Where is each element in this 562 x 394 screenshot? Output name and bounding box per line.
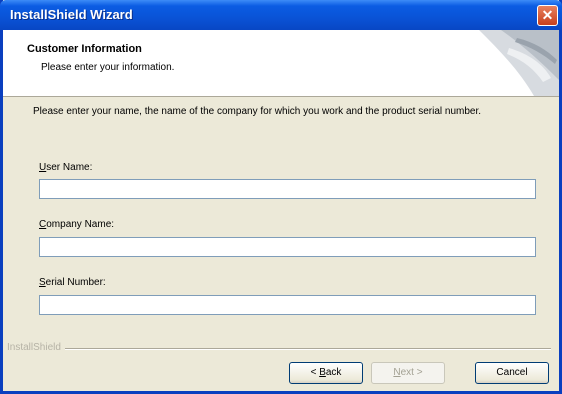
back-button[interactable]: < Back (289, 362, 363, 384)
installshield-wizard-window: InstallShield Wizard ✕ Customer Informat… (0, 0, 562, 394)
back-prefix: < (310, 367, 320, 378)
header-graphic-icon (479, 30, 559, 96)
next-mnemonic: N (393, 367, 401, 378)
next-label: ext > (400, 367, 423, 378)
company-name-input[interactable] (39, 237, 536, 257)
wizard-content: Please enter your name, the name of the … (3, 97, 559, 337)
wizard-header: Customer Information Please enter your i… (3, 30, 559, 97)
company-name-label-text: ompany Name: (46, 219, 115, 230)
serial-number-input[interactable] (39, 295, 536, 315)
serial-number-label-text: erial Number: (45, 277, 106, 288)
user-name-label-text: ser Name: (46, 162, 93, 173)
company-name-label: Company Name: (39, 219, 114, 230)
page-subtitle: Please enter your information. (41, 62, 175, 73)
user-name-label: User Name: (39, 162, 92, 173)
window-title: InstallShield Wizard (10, 7, 133, 22)
cancel-button[interactable]: Cancel (475, 362, 549, 384)
page-title: Customer Information (27, 43, 142, 55)
title-bar[interactable]: InstallShield Wizard ✕ (0, 0, 562, 30)
installshield-brand-label: InstallShield (7, 342, 65, 353)
user-name-input[interactable] (39, 179, 536, 199)
serial-number-mnemonic: S (39, 277, 46, 288)
close-icon[interactable]: ✕ (537, 5, 558, 26)
next-button[interactable]: Next > (371, 362, 445, 384)
back-mnemonic: B (319, 367, 326, 378)
cancel-label: Cancel (496, 367, 528, 378)
back-label: ack (325, 367, 342, 378)
instruction-text: Please enter your name, the name of the … (33, 106, 482, 117)
serial-number-label: Serial Number: (39, 277, 106, 288)
separator-line (65, 348, 551, 350)
